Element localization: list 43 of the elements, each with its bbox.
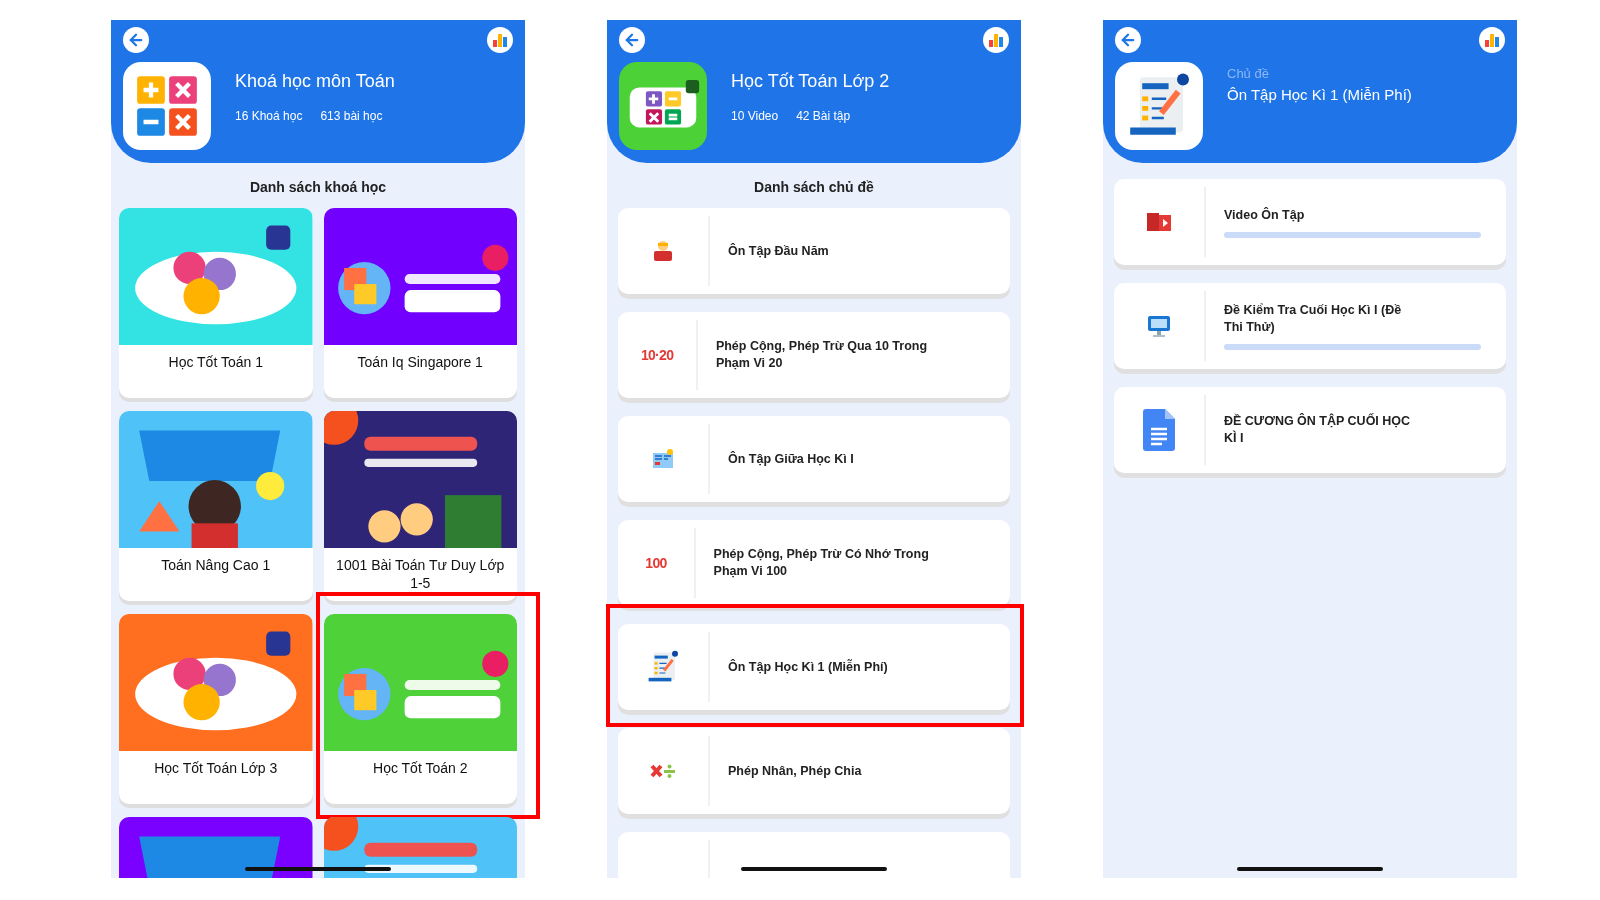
operators-icon: [135, 74, 199, 138]
course-title: Học Tốt Toán 2: [373, 759, 468, 777]
header-title: Học Tốt Toán Lớp 2: [731, 70, 890, 93]
header-title: Khoá học môn Toán: [235, 70, 395, 93]
back-button[interactable]: [619, 27, 645, 53]
reader-icon: [651, 239, 675, 263]
course-title: Toán Iq Singapore 1: [357, 353, 483, 371]
numbers-icon: 100: [645, 552, 667, 574]
back-button[interactable]: [123, 27, 149, 53]
course-title: Học Tốt Toán Lớp 3: [154, 759, 278, 777]
header-subtitle: Chủ đề: [1227, 65, 1270, 83]
topic-title: Phép Cộng, Phép Trừ Có Nhớ Trong Phạm Vi 100: [712, 546, 930, 580]
section-title: Danh sách khoá học: [248, 178, 388, 197]
topic-title: Ôn Tập Giữa Học Kì I: [727, 450, 855, 468]
bar-chart-icon: [988, 33, 1004, 47]
bar-chart-icon: [1484, 33, 1500, 47]
header-stat: 10 Video: [731, 108, 779, 125]
book-icon: [651, 448, 675, 470]
video-book-icon: [1145, 211, 1173, 233]
stats-button[interactable]: [1479, 27, 1505, 53]
section-title: Danh sách chủ đề: [753, 178, 875, 197]
multiply-divide-icon: [650, 764, 676, 778]
lesson-title: Đề Kiểm Tra Cuối Học Kì I (Đề Thi Thử): [1224, 302, 1403, 336]
stats-button[interactable]: [983, 27, 1009, 53]
topic-title: Ôn Tập Đầu Năm: [727, 242, 830, 260]
header-stat: 613 bài học: [320, 108, 383, 125]
topic-title: Ôn Tập Học Kì 1 (Miễn Phí): [727, 658, 889, 676]
header-stat: 42 Bài tập: [796, 108, 851, 125]
lesson-title: Video Ôn Tập: [1224, 206, 1306, 224]
course-title: Toán Nâng Cao 1: [161, 556, 271, 574]
header-title: Ôn Tập Học Kì 1 (Miễn Phí): [1227, 84, 1412, 105]
course-title: Học Tốt Toán 1: [168, 353, 263, 371]
course-title: 1001 Bài Toán Tư Duy Lớp 1-5: [335, 556, 506, 592]
bar-chart-icon: [492, 33, 508, 47]
topic-title: Phép Nhân, Phép Chia: [727, 762, 863, 780]
document-icon: [1143, 409, 1175, 451]
monitor-icon: [1146, 314, 1172, 338]
topic-title: Phép Cộng, Phép Trừ Qua 10 Trong Phạm Vi 20: [714, 338, 929, 372]
back-button[interactable]: [1115, 27, 1141, 53]
numbers-icon: 10·20: [640, 344, 674, 366]
lesson-title: ĐỀ CƯƠNG ÔN TẬP CUỐI HỌC KÌ I: [1224, 413, 1412, 447]
header-stat: 16 Khoá học: [235, 108, 303, 125]
stats-button[interactable]: [487, 27, 513, 53]
